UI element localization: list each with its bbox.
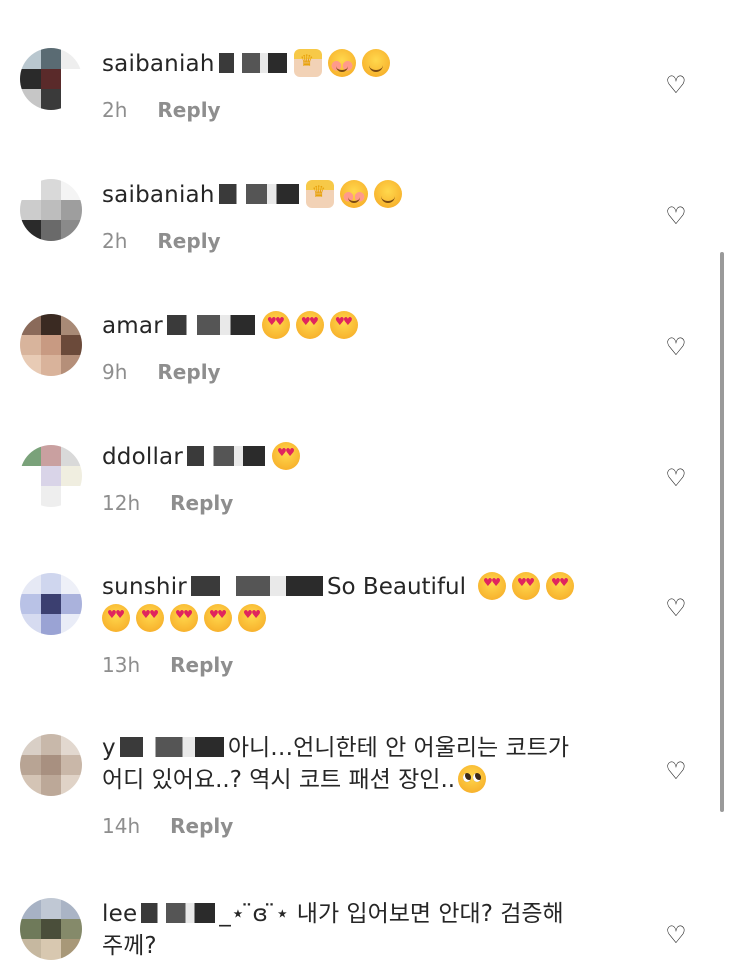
avatar[interactable] bbox=[20, 314, 82, 376]
heart-eyes-emoji-icon bbox=[238, 604, 266, 632]
heart-outline-icon[interactable]: ♡ bbox=[663, 758, 689, 784]
comment-text: 아니…언니한테 안 어울리는 코트가 bbox=[227, 735, 569, 761]
smile-emoji-icon bbox=[373, 180, 402, 208]
heart-outline-icon[interactable]: ♡ bbox=[663, 334, 689, 360]
reply-button[interactable]: Reply bbox=[170, 653, 233, 677]
comment-time: 13h bbox=[102, 653, 141, 677]
heart-eyes-emoji-icon bbox=[204, 604, 232, 632]
comment-text-line-2: 주께? bbox=[102, 933, 157, 959]
heart-outline-icon[interactable]: ♡ bbox=[663, 922, 689, 948]
avatar[interactable] bbox=[20, 734, 82, 796]
redaction bbox=[141, 903, 216, 923]
heart-eyes-emoji-icon bbox=[546, 572, 575, 600]
redaction bbox=[218, 184, 299, 204]
heart-eyes-emoji-icon bbox=[102, 604, 130, 632]
reply-button[interactable]: Reply bbox=[157, 98, 220, 122]
redaction bbox=[218, 53, 287, 73]
redaction bbox=[187, 446, 266, 466]
avatar[interactable] bbox=[20, 898, 82, 960]
crown-emoji-icon bbox=[305, 176, 334, 208]
reply-button[interactable]: Reply bbox=[157, 229, 220, 253]
crown-emoji-icon bbox=[293, 45, 322, 77]
username[interactable]: saibaniah bbox=[102, 182, 215, 208]
smile-emoji-icon bbox=[361, 49, 390, 77]
pleading-emoji-icon bbox=[458, 765, 487, 793]
heart-eyes-emoji-icon bbox=[170, 604, 198, 632]
heart-eyes-emoji-icon bbox=[478, 572, 507, 600]
scrollbar[interactable] bbox=[720, 252, 724, 812]
redaction bbox=[119, 737, 224, 757]
comment-time: 2h bbox=[102, 229, 128, 253]
heart-eyes-emoji-icon bbox=[136, 604, 164, 632]
comment-text-line-2: 어디 있어요..? 역시 코트 패션 장인.. bbox=[102, 767, 456, 793]
heart-outline-icon[interactable]: ♡ bbox=[663, 595, 689, 621]
comment-text: _⋆ ̈ɞ ̈⋆ 내가 입어보면 안대? 검증해 bbox=[219, 901, 564, 927]
avatar[interactable] bbox=[20, 445, 82, 507]
username[interactable]: y bbox=[102, 735, 116, 761]
redaction bbox=[190, 576, 323, 596]
heart-eyes-emoji-icon bbox=[329, 311, 358, 339]
heart-eyes-emoji-icon bbox=[272, 442, 301, 470]
heart-eyes-emoji-icon bbox=[512, 572, 541, 600]
avatar[interactable] bbox=[20, 179, 82, 241]
blush-emoji-icon bbox=[327, 49, 356, 77]
heart-outline-icon[interactable]: ♡ bbox=[663, 203, 689, 229]
username[interactable]: saibaniah bbox=[102, 51, 215, 77]
redaction bbox=[166, 315, 255, 335]
heart-outline-icon[interactable]: ♡ bbox=[663, 465, 689, 491]
username[interactable]: lee bbox=[102, 901, 137, 927]
reply-button[interactable]: Reply bbox=[157, 360, 220, 384]
comment-time: 9h bbox=[102, 360, 128, 384]
username[interactable]: ddollar bbox=[102, 444, 183, 470]
reply-button[interactable]: Reply bbox=[170, 491, 233, 515]
comment-time: 2h bbox=[102, 98, 128, 122]
reply-button[interactable]: Reply bbox=[170, 814, 233, 838]
avatar[interactable] bbox=[20, 48, 82, 110]
avatar[interactable] bbox=[20, 573, 82, 635]
heart-eyes-emoji-icon bbox=[261, 311, 290, 339]
username[interactable]: sunshir bbox=[102, 574, 187, 600]
blush-emoji-icon bbox=[339, 180, 368, 208]
heart-outline-icon[interactable]: ♡ bbox=[663, 72, 689, 98]
comment-text: So Beautiful bbox=[326, 574, 467, 600]
comment-time: 12h bbox=[102, 491, 141, 515]
comment-time: 14h bbox=[102, 814, 141, 838]
username[interactable]: amar bbox=[102, 313, 163, 339]
heart-eyes-emoji-icon bbox=[295, 311, 324, 339]
